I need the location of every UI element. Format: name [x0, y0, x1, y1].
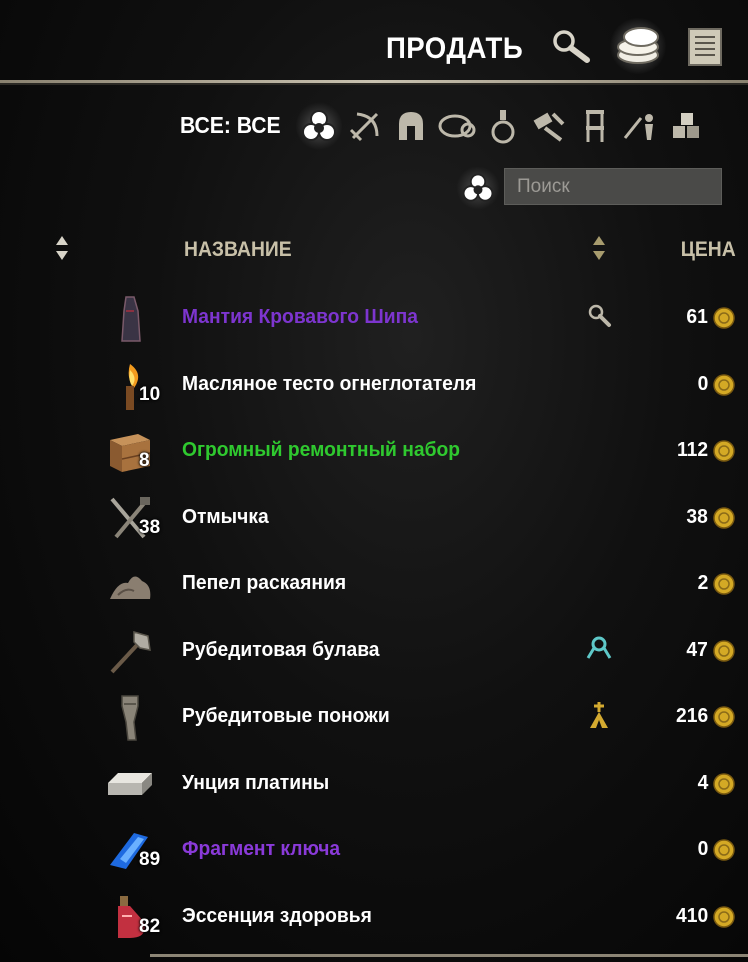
tab-armor-icon[interactable] [388, 102, 434, 150]
tab-materials-icon[interactable] [526, 102, 572, 150]
filter-label: ВСЕ: ВСЕ [180, 112, 281, 138]
item-price: 61 [686, 305, 708, 328]
list-item[interactable]: Рубедитовые поножи 216 [0, 684, 748, 751]
gold-coin-icon [712, 905, 736, 929]
item-name: Фрагмент ключа [182, 837, 341, 860]
list-item[interactable]: 10 Масляное тесто огнеглотателя 0 [0, 352, 748, 419]
mace-icon [104, 626, 156, 678]
list-item[interactable]: Мантия Кровавого Шипа 61 [0, 285, 748, 352]
list-bottom-divider [150, 954, 748, 957]
item-quantity: 38 [139, 516, 161, 538]
robe-icon [104, 293, 156, 345]
item-quantity: 89 [139, 849, 161, 870]
list-item[interactable]: 8 Огромный ремонтный набор 112 [0, 418, 748, 485]
item-name: Отмычка [182, 504, 269, 528]
item-price: 216 [675, 704, 708, 727]
column-header-name[interactable]: НАЗВАНИЕ [184, 238, 292, 262]
item-name: Унция платины [182, 770, 330, 794]
tab-all-icon[interactable] [296, 102, 342, 150]
list-item[interactable]: 89 Фрагмент ключа 0 [0, 817, 748, 884]
research-icon [584, 301, 614, 333]
item-price: 410 [675, 903, 708, 927]
item-price: 47 [686, 637, 708, 661]
item-price: 0 [697, 371, 708, 395]
item-name: Эссенция здоровья [182, 903, 372, 927]
gold-coin-icon [712, 572, 736, 596]
item-quantity: 8 [139, 450, 150, 471]
gold-coin-icon [712, 838, 736, 862]
list-item[interactable]: Пепел раскаяния 2 [0, 551, 748, 618]
ash-icon [104, 559, 156, 611]
gold-coin-icon [712, 373, 736, 397]
set-item-icon [584, 634, 614, 666]
tab-weapons-icon[interactable] [342, 102, 388, 150]
sort-icon-left[interactable] [55, 234, 69, 262]
tab-consumables-icon[interactable] [480, 102, 526, 150]
list-item[interactable]: Рубедитовая булава 47 [0, 618, 748, 685]
tab-jewelry-icon[interactable] [434, 102, 480, 150]
tab-companion-icon[interactable] [618, 102, 664, 150]
page-title: ПРОДАТЬ [386, 32, 524, 65]
item-price: 2 [697, 571, 708, 594]
header-divider [0, 80, 748, 85]
item-name: Рубедитовая булава [182, 637, 380, 661]
gold-coin-icon [712, 506, 736, 530]
tab-furnishings-icon[interactable] [572, 102, 618, 150]
history-list-icon[interactable] [686, 26, 724, 68]
sell-coins-icon[interactable] [610, 18, 666, 74]
tab-misc-icon[interactable] [664, 102, 710, 150]
buy-magnifier-icon[interactable] [548, 26, 594, 66]
item-quantity: 10 [139, 383, 161, 405]
item-price: 0 [697, 837, 708, 860]
sort-icon-name[interactable] [592, 234, 606, 262]
gold-coin-icon [712, 439, 736, 463]
item-price: 112 [676, 438, 708, 461]
item-price: 4 [697, 770, 708, 794]
list-item[interactable]: 38 Отмычка 38 [0, 485, 748, 552]
list-item[interactable]: Унция платины 4 [0, 751, 748, 818]
gold-coin-icon [712, 705, 736, 729]
item-list: Мантия Кровавого Шипа 61 10 Масляное тес… [0, 285, 748, 950]
gold-coin-icon [712, 306, 736, 330]
filter-tabs [296, 100, 710, 152]
item-name: Мантия Кровавого Шипа [182, 305, 418, 328]
column-header-price[interactable]: ЦЕНА [681, 238, 736, 262]
item-name: Рубедитовые поножи [182, 704, 390, 727]
ornate-icon [584, 700, 614, 732]
gold-coin-icon [712, 772, 736, 796]
search-input[interactable]: Поиск [504, 168, 722, 205]
list-item[interactable]: 82 Эссенция здоровья 410 [0, 884, 748, 951]
item-name: Пепел раскаяния [182, 571, 347, 594]
gold-coin-icon [712, 639, 736, 663]
item-name: Масляное тесто огнеглотателя [182, 371, 477, 395]
item-name: Огромный ремонтный набор [182, 438, 461, 461]
item-price: 38 [686, 504, 708, 528]
item-quantity: 82 [139, 915, 161, 937]
search-filter-all-icon[interactable] [456, 166, 500, 210]
ingot-icon [104, 759, 156, 811]
greaves-icon [104, 692, 156, 744]
